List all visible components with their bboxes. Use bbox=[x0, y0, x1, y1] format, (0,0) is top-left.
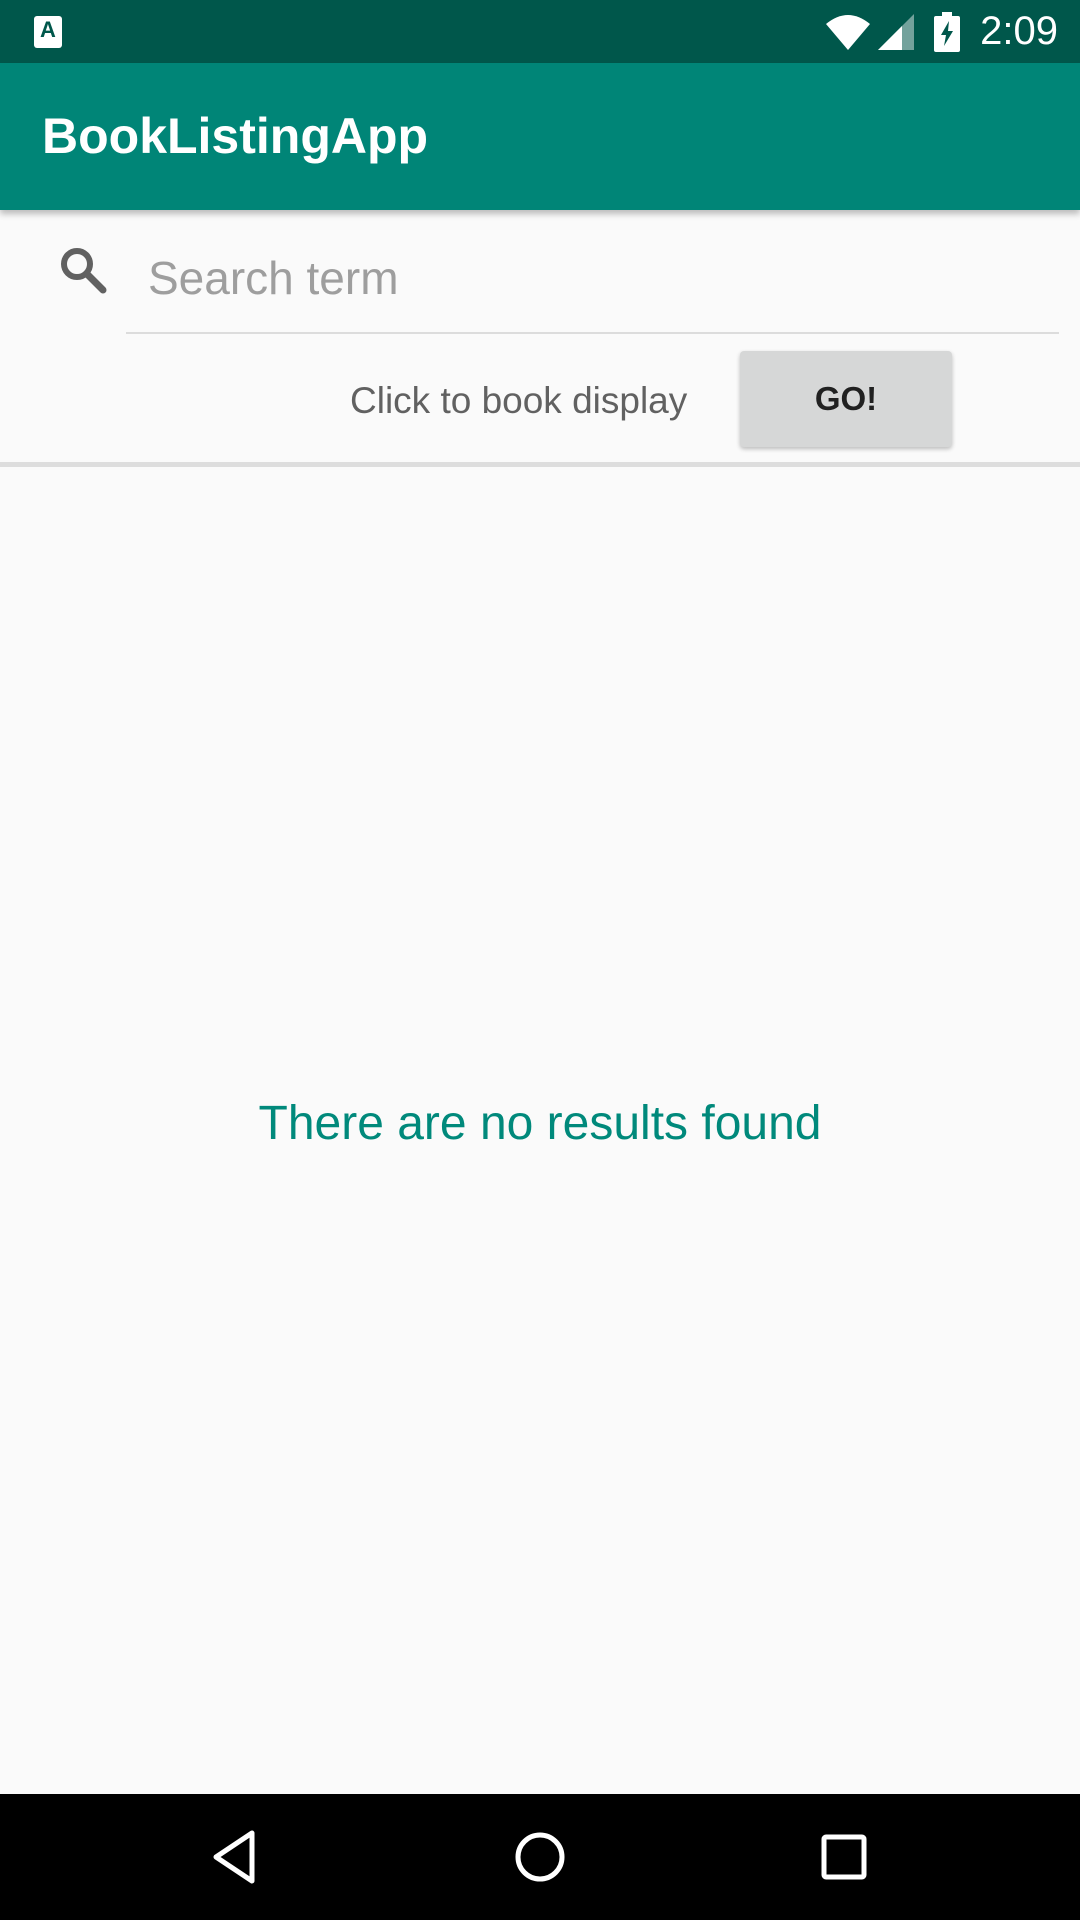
navigation-bar bbox=[0, 1794, 1080, 1920]
divider bbox=[0, 462, 1080, 467]
app-title: BookListingApp bbox=[42, 108, 429, 164]
screen: A 2:09 BookListingApp Search term Click … bbox=[0, 0, 1080, 1920]
search-underline bbox=[126, 332, 1059, 334]
cell-signal-icon bbox=[878, 13, 915, 50]
status-bar: A 2:09 bbox=[0, 0, 1080, 63]
back-icon[interactable] bbox=[206, 1827, 266, 1887]
battery-charging-icon bbox=[934, 11, 961, 52]
app-bar: BookListingApp bbox=[0, 63, 1080, 210]
app-notification-icon: A bbox=[34, 16, 62, 48]
go-button[interactable]: GO! bbox=[740, 351, 952, 447]
hint-label: Click to book display bbox=[350, 380, 688, 421]
home-icon[interactable] bbox=[510, 1827, 570, 1887]
search-icon bbox=[61, 248, 107, 294]
empty-state-message: There are no results found bbox=[258, 1097, 822, 1150]
search-input[interactable] bbox=[126, 238, 1056, 318]
status-icons: 2:09 bbox=[824, 0, 1058, 63]
search-row bbox=[0, 210, 1080, 335]
status-time: 2:09 bbox=[980, 9, 1058, 53]
wifi-icon bbox=[826, 14, 871, 50]
recents-icon[interactable] bbox=[814, 1827, 874, 1887]
